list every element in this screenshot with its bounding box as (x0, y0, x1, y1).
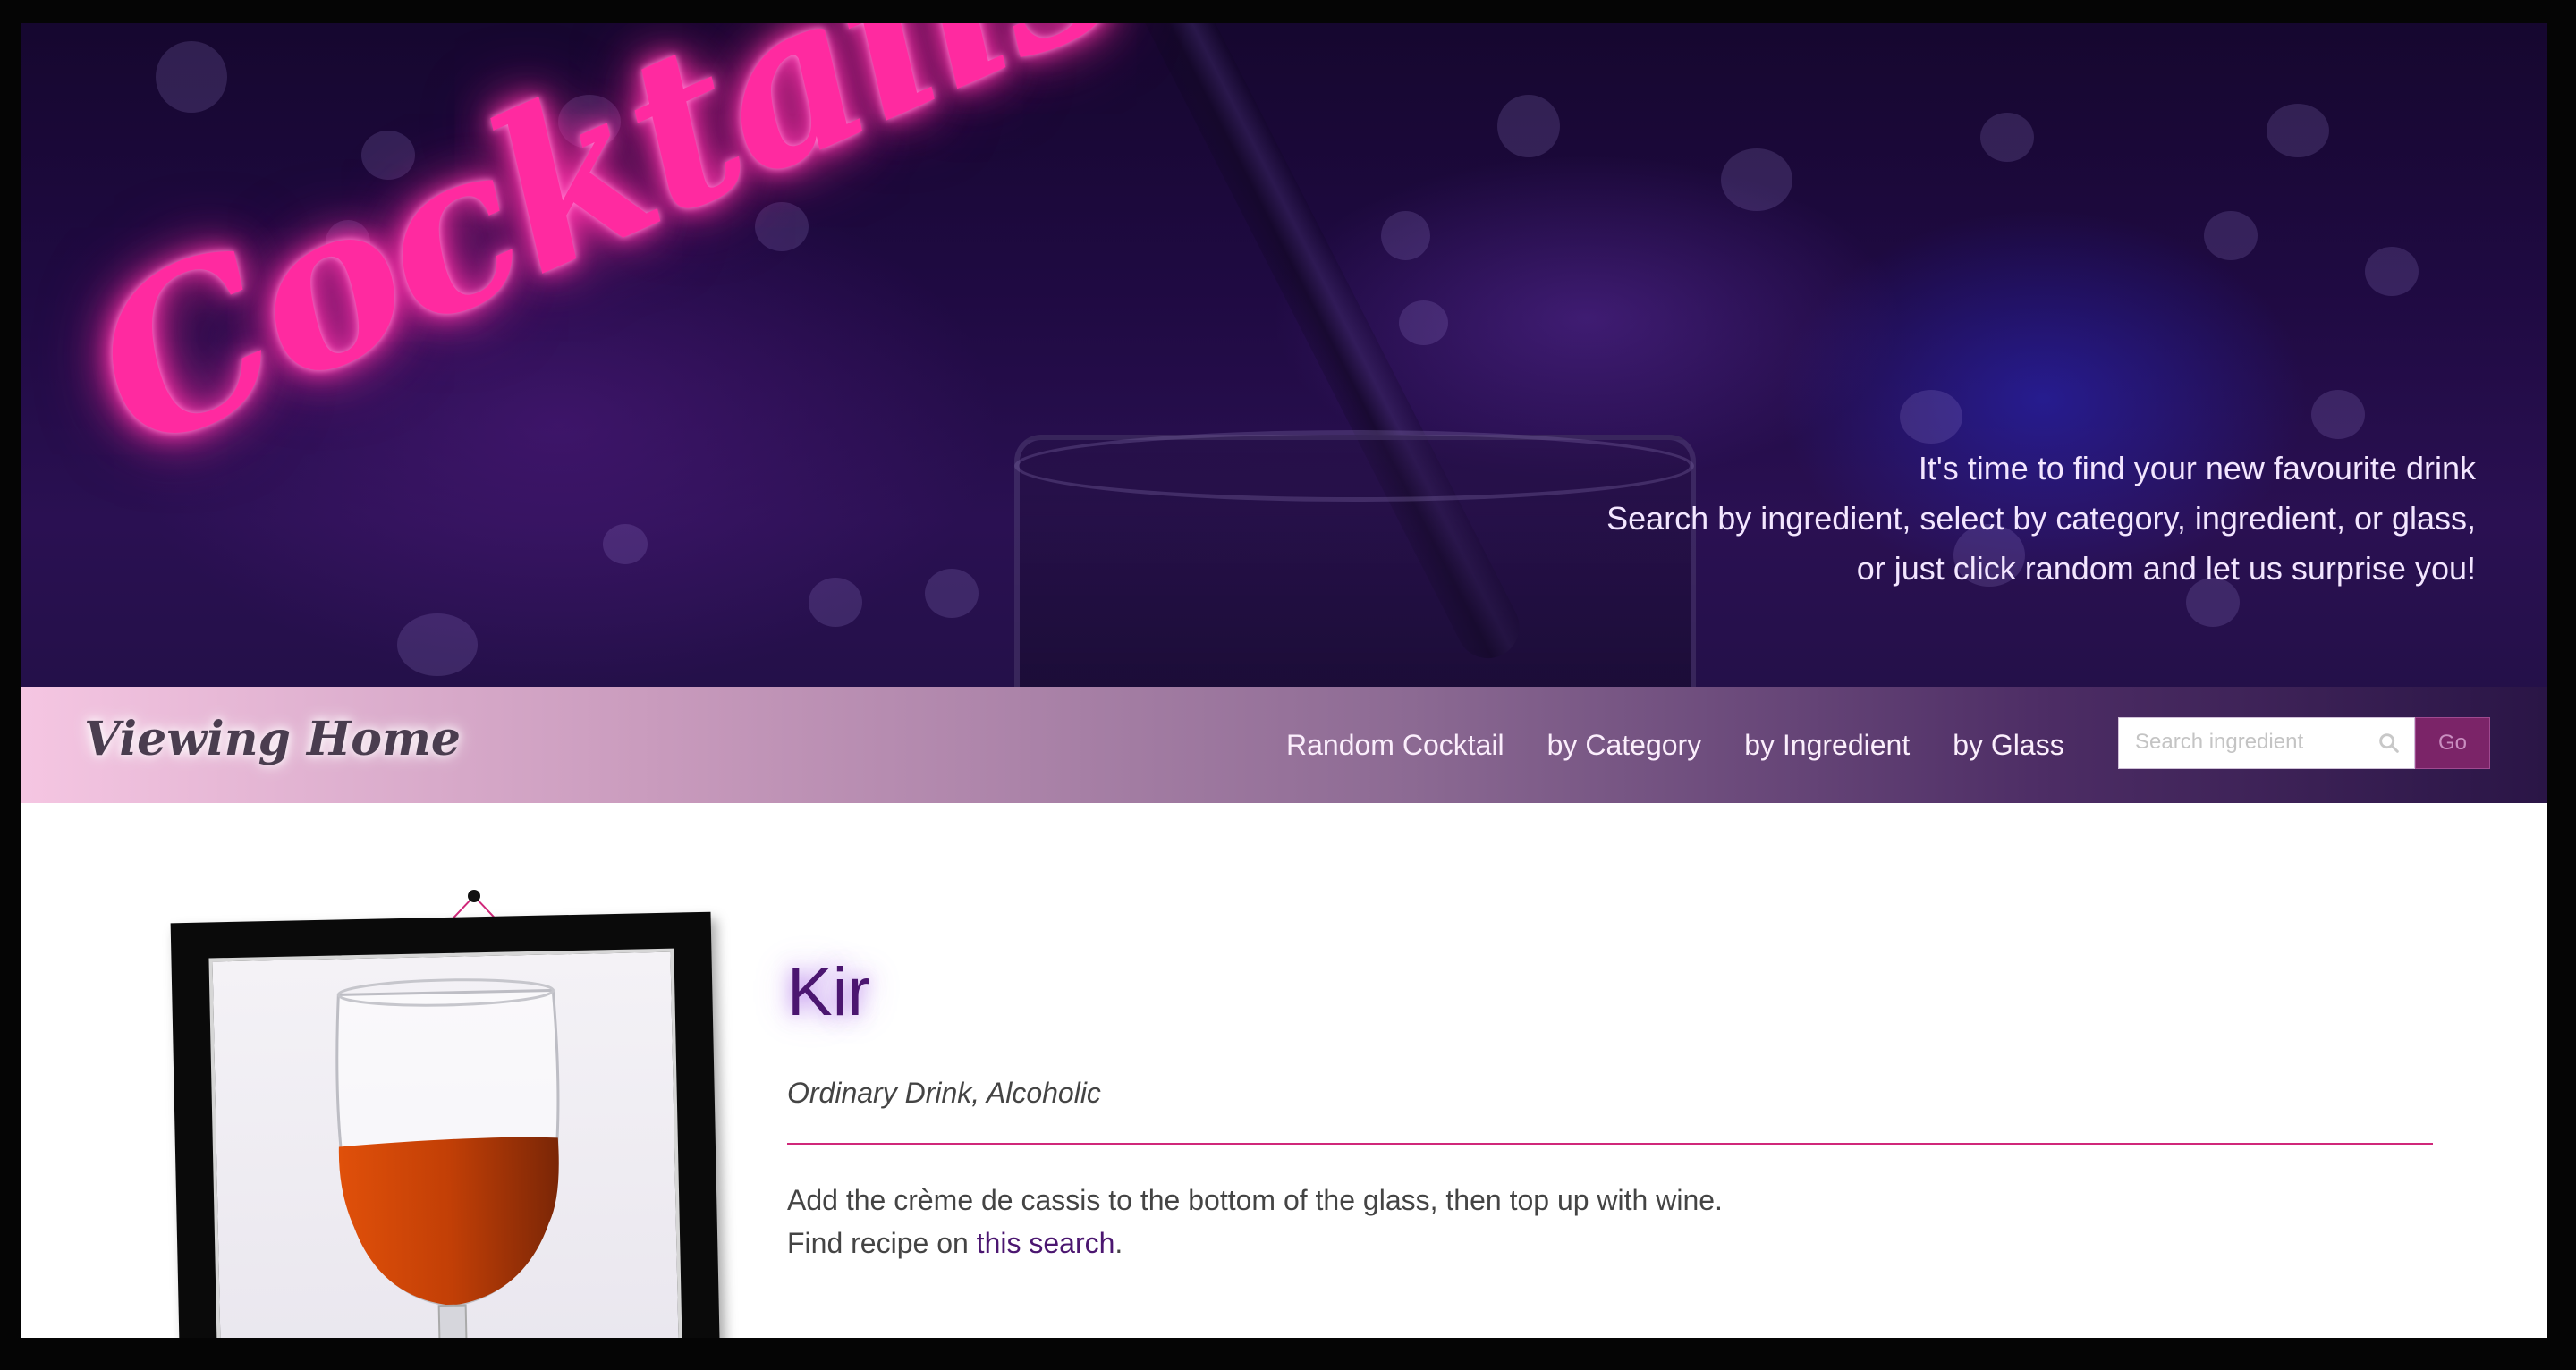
nav-random-cocktail[interactable]: Random Cocktail (1286, 729, 1504, 762)
hero-banner: Cocktails It's time to find your new fav… (21, 23, 2547, 687)
recipe-suffix: . (1114, 1227, 1123, 1259)
drink-photo (208, 948, 683, 1338)
instructions-text: Add the crème de cassis to the bottom of… (787, 1184, 1723, 1216)
tagline-line-2: Search by ingredient, select by category… (1606, 500, 2476, 537)
recipe-line: Find recipe on this search. (787, 1222, 1723, 1264)
wine-glass-icon (335, 978, 560, 1338)
search-input[interactable] (2119, 718, 2377, 766)
nav-by-ingredient[interactable]: by Ingredient (1744, 729, 1910, 762)
page: Cocktails It's time to find your new fav… (21, 23, 2547, 1338)
nav-by-glass[interactable]: by Glass (1953, 729, 2063, 762)
go-button[interactable]: Go (2415, 717, 2490, 769)
divider (787, 1143, 2433, 1145)
nav-links: Random Cocktail by Category by Ingredien… (1286, 687, 2107, 803)
drink-category: Ordinary Drink, Alcoholic (787, 1077, 1101, 1109)
hero-tagline: It's time to find your new favourite dri… (1606, 444, 2476, 594)
drink-name: Kir (787, 954, 870, 1030)
brand-title: Viewing Home (84, 712, 461, 766)
recipe-prefix: Find recipe on (787, 1227, 977, 1259)
search-form: Go (2118, 717, 2490, 769)
drink-instructions: Add the crème de cassis to the bottom of… (787, 1179, 1723, 1264)
nav-by-category[interactable]: by Category (1547, 729, 1702, 762)
tagline-line-3: or just click random and let us surprise… (1856, 550, 2476, 587)
tagline-line-1: It's time to find your new favourite dri… (1918, 450, 2476, 486)
navbar: Viewing Home Random Cocktail by Category… (21, 687, 2547, 803)
search-box (2118, 717, 2415, 769)
drink-photo-frame (170, 911, 721, 1338)
search-icon (2379, 733, 2399, 753)
recipe-search-link[interactable]: this search (977, 1227, 1115, 1259)
